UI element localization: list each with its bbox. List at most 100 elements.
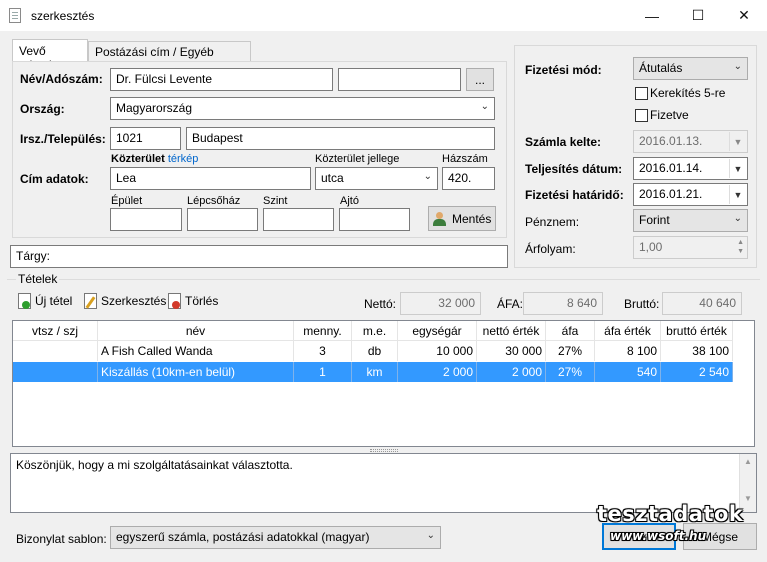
cell-unit-price: 10 000 <box>398 341 477 361</box>
level-input[interactable] <box>263 208 334 231</box>
payment-method-select[interactable]: Átutalás ⌄ <box>633 57 748 80</box>
save-button[interactable]: Mentés <box>428 206 496 231</box>
edit-item-button[interactable]: Szerkesztés <box>84 293 166 309</box>
level-label: Szint <box>263 195 288 207</box>
gross-total-label: Bruttó: <box>624 297 660 311</box>
cell-vat-rate: 27% <box>546 341 595 361</box>
stair-input[interactable] <box>187 208 258 231</box>
column-header[interactable]: menny. <box>294 321 352 341</box>
column-header[interactable]: vtsz / szj <box>13 321 98 341</box>
new-item-button[interactable]: Új tétel <box>18 293 72 309</box>
chevron-down-icon: ▼ <box>729 159 746 178</box>
tab-customer[interactable]: Vevő adatok <box>12 39 88 72</box>
column-header[interactable]: áfa érték <box>595 321 661 341</box>
edit-item-label: Szerkesztés <box>101 294 167 308</box>
minimize-button[interactable]: — <box>629 0 675 31</box>
building-label: Épület <box>111 195 143 207</box>
city-input[interactable]: Budapest <box>186 127 495 150</box>
browse-button[interactable]: ... <box>466 68 494 91</box>
table-row-selected[interactable]: Kiszállás (10km-en belül) 1 km 2 000 2 0… <box>13 362 733 382</box>
country-label: Ország: <box>20 102 65 116</box>
template-label: Bizonylat sablon: <box>16 532 107 546</box>
tax-number-input[interactable] <box>338 68 461 91</box>
cell-name: A Fish Called Wanda <box>98 341 294 361</box>
delete-item-button[interactable]: Törlés <box>168 293 218 309</box>
street-type-value: utca <box>321 171 344 185</box>
cell-vat-rate: 27% <box>546 362 595 382</box>
gross-total-value: 40 640 <box>662 292 742 315</box>
column-header[interactable]: név <box>98 321 294 341</box>
cell-name: Kiszállás (10km-en belül) <box>98 362 294 382</box>
column-header[interactable]: egységár <box>398 321 477 341</box>
street-label: Közterület térkép <box>111 153 199 165</box>
house-number-input[interactable]: 420. <box>442 167 495 190</box>
subject-field[interactable]: Tárgy: <box>10 245 508 268</box>
due-date-value: 2016.01.21. <box>639 187 703 201</box>
splitter-handle[interactable] <box>370 449 398 452</box>
cell-vtsz <box>13 341 98 361</box>
title-bar: szerkesztés — ☐ ✕ <box>0 0 767 31</box>
cell-vat-amount: 8 100 <box>595 341 661 361</box>
round-label: Kerekítés 5-re <box>650 86 726 100</box>
template-value: egyszerű számla, postázási adatokkal (ma… <box>116 530 370 544</box>
country-select[interactable]: Magyarország ⌄ <box>110 97 495 120</box>
payment-method-label: Fizetési mód: <box>525 63 602 77</box>
save-button-label: Mentés <box>452 211 492 226</box>
edit-item-icon <box>84 293 97 309</box>
door-input[interactable] <box>339 208 410 231</box>
issue-date-label: Számla kelte: <box>525 135 602 149</box>
column-header[interactable]: m.e. <box>352 321 398 341</box>
delete-item-icon <box>168 293 181 309</box>
building-input[interactable] <box>110 208 182 231</box>
chevron-down-icon: ⌄ <box>733 61 742 72</box>
vat-total-value: 8 640 <box>523 292 603 315</box>
column-header[interactable]: nettó érték <box>477 321 546 341</box>
spinner-icon: ▲ ▼ <box>737 239 744 255</box>
chevron-down-icon: ⌄ <box>733 213 742 224</box>
scroll-up-icon[interactable]: ▲ <box>740 457 756 466</box>
issue-date-value: 2016.01.13. <box>639 134 703 148</box>
currency-select[interactable]: Forint ⌄ <box>633 209 748 232</box>
cell-quantity: 3 <box>294 341 352 361</box>
maximize-button[interactable]: ☐ <box>675 0 721 31</box>
exchange-rate-value: 1,00 <box>639 240 663 254</box>
country-value: Magyarország <box>116 101 193 115</box>
net-total-label: Nettó: <box>364 297 397 311</box>
street-type-select[interactable]: utca ⌄ <box>315 167 438 190</box>
exchange-rate-input[interactable]: 1,00 ▲ ▼ <box>633 236 748 259</box>
close-button[interactable]: ✕ <box>721 0 767 31</box>
fulfilment-date-label: Teljesítés dátum: <box>525 162 623 176</box>
street-input[interactable]: Lea <box>110 167 311 190</box>
cell-net: 2 000 <box>477 362 546 382</box>
cell-gross: 38 100 <box>661 341 733 361</box>
due-date-input[interactable]: 2016.01.21. ▼ <box>633 183 748 206</box>
street-type-label: Közterület jellege <box>315 153 400 165</box>
paid-checkbox[interactable] <box>635 109 648 122</box>
cell-gross: 2 540 <box>661 362 733 382</box>
net-total-value: 32 000 <box>400 292 481 315</box>
cell-vat-amount: 540 <box>595 362 661 382</box>
tab-postal[interactable]: Postázási cím / Egyéb adatok <box>88 41 251 73</box>
fulfilment-date-input[interactable]: 2016.01.14. ▼ <box>633 157 748 180</box>
chevron-down-icon: ▼ <box>729 132 746 151</box>
template-select[interactable]: egyszerű számla, postázási adatokkal (ma… <box>110 526 441 549</box>
items-table[interactable]: vtsz / szj név menny. m.e. egységár nett… <box>12 320 755 447</box>
stair-label: Lépcsőház <box>187 195 241 207</box>
map-link[interactable]: térkép <box>168 153 199 165</box>
table-row[interactable]: A Fish Called Wanda 3 db 10 000 30 000 2… <box>13 341 733 361</box>
column-header[interactable]: áfa <box>546 321 595 341</box>
items-group-label: Tételek <box>16 272 60 286</box>
window-title: szerkesztés <box>31 9 95 23</box>
column-header[interactable]: bruttó érték <box>661 321 733 341</box>
cell-quantity: 1 <box>294 362 352 382</box>
name-input[interactable]: Dr. Fülcsi Levente <box>110 68 333 91</box>
round-checkbox[interactable] <box>635 87 648 100</box>
note-text: Köszönjük, hogy a mi szolgáltatásainkat … <box>16 458 293 472</box>
payment-method-value: Átutalás <box>639 61 683 75</box>
paid-label: Fizetve <box>650 108 689 122</box>
door-label: Ajtó <box>340 195 359 207</box>
chevron-down-icon: ▼ <box>729 185 746 204</box>
zip-input[interactable]: 1021 <box>110 127 181 150</box>
new-item-label: Új tétel <box>35 294 73 308</box>
issue-date-input[interactable]: 2016.01.13. ▼ <box>633 130 748 153</box>
